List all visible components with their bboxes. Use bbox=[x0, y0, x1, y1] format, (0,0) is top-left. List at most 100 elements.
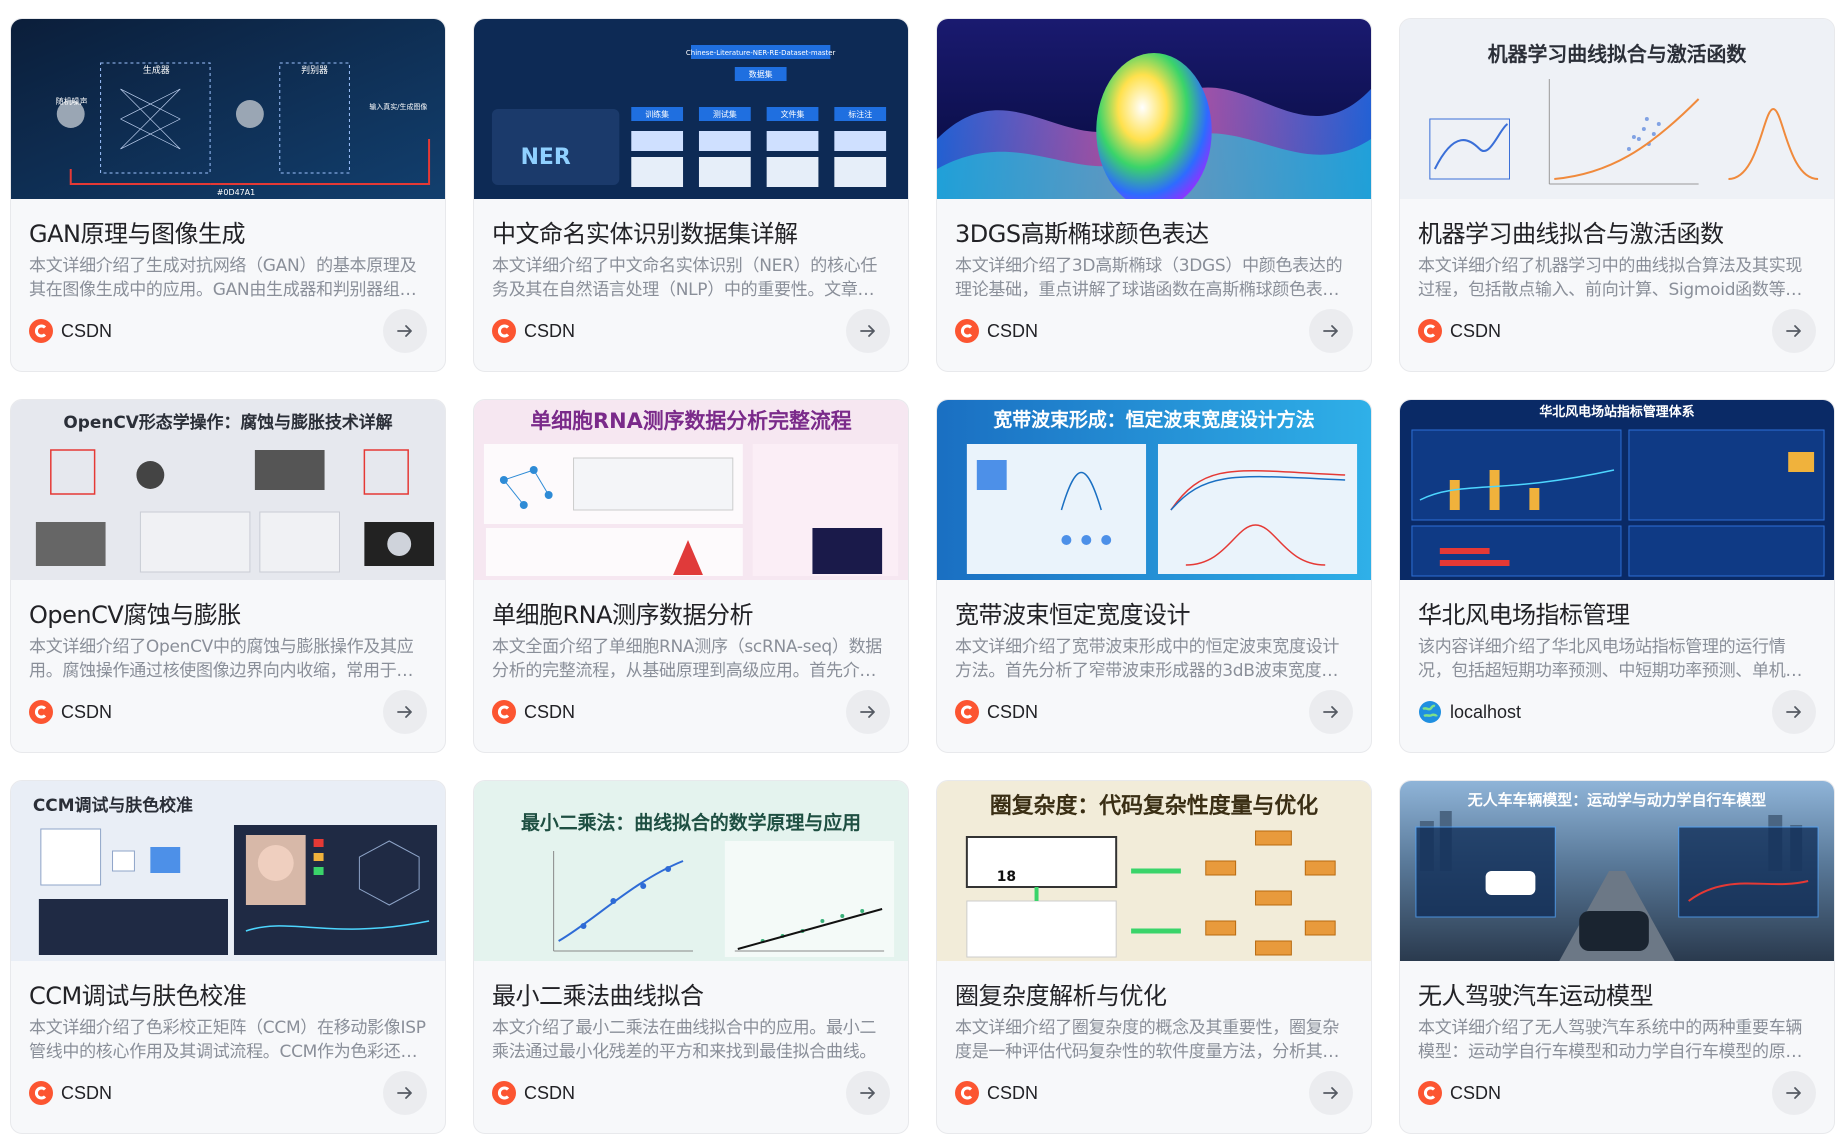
card-description: 本文介绍了最小二乘法在曲线拟合中的应用。最小二乘法通过最小化残差的平方和来找到最… bbox=[492, 1018, 877, 1062]
card-source: CSDN bbox=[955, 700, 1038, 724]
thumb-label: 18 bbox=[997, 869, 1016, 885]
card-title[interactable]: 中文命名实体识别数据集详解 bbox=[492, 219, 890, 249]
arrow-right-icon bbox=[397, 1087, 412, 1099]
thumb-heading: 圈复杂度：代码复杂性度量与优化 bbox=[990, 793, 1318, 819]
card-title[interactable]: 最小二乘法曲线拟合 bbox=[492, 981, 890, 1011]
open-article-button[interactable] bbox=[383, 309, 427, 353]
card-thumbnail bbox=[937, 19, 1371, 199]
card-thumbnail: 机器学习曲线拟合与激活函数 bbox=[1400, 19, 1834, 199]
csdn-icon bbox=[955, 319, 979, 343]
article-card[interactable]: 最小二乘法：曲线拟合的数学原理与应用 最小二乘法曲线拟合 本文介绍了最小二乘法在… bbox=[473, 780, 909, 1134]
arrow-right-icon bbox=[1786, 1087, 1801, 1099]
thumb-label: #0D47A1 bbox=[217, 188, 255, 197]
article-card[interactable]: 生成器 判别器 随机噪声 输入真实/生成图像 #0D47A1 GAN原理与图像生… bbox=[10, 18, 446, 372]
csdn-icon bbox=[1418, 1081, 1442, 1105]
card-source: CSDN bbox=[492, 319, 575, 343]
thumb-label: 判别器 bbox=[301, 64, 328, 76]
open-article-button[interactable] bbox=[1309, 309, 1353, 353]
open-article-button[interactable] bbox=[1772, 690, 1816, 734]
source-name: CSDN bbox=[524, 701, 576, 722]
thumb-heading: 最小二乘法：曲线拟合的数学原理与应用 bbox=[521, 811, 861, 834]
article-card[interactable]: 宽带波束形成：恒定波束宽度设计方法 宽带波束恒定宽度设计 本文详细介绍了宽带波束… bbox=[936, 399, 1372, 753]
card-source: CSDN bbox=[955, 1081, 1038, 1105]
card-title[interactable]: 机器学习曲线拟合与激活函数 bbox=[1418, 219, 1816, 249]
thumb-label: NER bbox=[521, 145, 571, 170]
source-name: localhost bbox=[1450, 701, 1522, 722]
arrow-right-icon bbox=[1323, 1087, 1338, 1099]
card-thumbnail: 最小二乘法：曲线拟合的数学原理与应用 bbox=[474, 781, 908, 961]
source-name: CSDN bbox=[61, 1082, 113, 1103]
card-source: localhost bbox=[1418, 700, 1521, 724]
card-thumbnail: Chinese-Literature-NER-RE-Dataset-master… bbox=[474, 19, 908, 199]
thumb-heading: 无人车车辆模型：运动学与动力学自行车模型 bbox=[1467, 791, 1766, 809]
thumb-heading: 机器学习曲线拟合与激活函数 bbox=[1488, 42, 1748, 66]
globe-icon bbox=[1419, 701, 1441, 723]
article-card[interactable]: 圈复杂度：代码复杂性度量与优化 18 圈复杂度解析与优化 本文详细介绍了圈复杂度… bbox=[936, 780, 1372, 1134]
card-source: CSDN bbox=[955, 319, 1038, 343]
article-card[interactable]: Chinese-Literature-NER-RE-Dataset-master… bbox=[473, 18, 909, 372]
card-thumbnail: 无人车车辆模型：运动学与动力学自行车模型 bbox=[1400, 781, 1834, 961]
article-card[interactable]: 机器学习曲线拟合与激活函数 机器学习曲线拟合与激活函数 本文详细介绍了机器学习中… bbox=[1399, 18, 1835, 372]
card-source: CSDN bbox=[1418, 319, 1501, 343]
card-source: CSDN bbox=[29, 700, 112, 724]
card-description: 本文全面介绍了单细胞RNA测序（scRNA-seq）数据分析的完整流程，从基础原… bbox=[492, 637, 882, 681]
thumb-label: 训练集 bbox=[645, 109, 669, 119]
open-article-button[interactable] bbox=[383, 1071, 427, 1115]
card-description: 该内容详细介绍了华北风电场站指标管理的运行情况，包括超短期功率预测、中短期功率预… bbox=[1418, 637, 1803, 681]
card-description: 本文详细介绍了无人驾驶汽车系统中的两种重要车辆模型：运动学自行车模型和动力学自行… bbox=[1418, 1018, 1803, 1062]
card-title[interactable]: 3DGS高斯椭球颜色表达 bbox=[955, 219, 1353, 249]
article-card-grid: 生成器 判别器 随机噪声 输入真实/生成图像 #0D47A1 GAN原理与图像生… bbox=[10, 18, 1835, 1134]
source-name: CSDN bbox=[1450, 1082, 1502, 1103]
thumb-heading: 单细胞RNA测序数据分析完整流程 bbox=[530, 409, 851, 433]
open-article-button[interactable] bbox=[846, 309, 890, 353]
card-title[interactable]: CCM调试与肤色校准 bbox=[29, 981, 427, 1011]
open-article-button[interactable] bbox=[1772, 1071, 1816, 1115]
card-thumbnail: OpenCV形态学操作：腐蚀与膨胀技术详解 bbox=[11, 400, 445, 580]
card-description: 本文详细介绍了色彩校正矩阵（CCM）在移动影像ISP管线中的核心作用及其调试流程… bbox=[29, 1018, 426, 1062]
thumb-label: 随机噪声 bbox=[56, 96, 88, 106]
csdn-icon bbox=[955, 1081, 979, 1105]
open-article-button[interactable] bbox=[383, 690, 427, 734]
card-title[interactable]: 无人驾驶汽车运动模型 bbox=[1418, 981, 1816, 1011]
open-article-button[interactable] bbox=[1772, 309, 1816, 353]
open-article-button[interactable] bbox=[1309, 690, 1353, 734]
source-name: CSDN bbox=[61, 701, 113, 722]
open-article-button[interactable] bbox=[846, 690, 890, 734]
thumb-heading: 宽带波束形成：恒定波束宽度设计方法 bbox=[993, 408, 1314, 431]
article-card[interactable]: 3DGS高斯椭球颜色表达 本文详细介绍了3D高斯椭球（3DGS）中颜色表达的理论… bbox=[936, 18, 1372, 372]
source-name: CSDN bbox=[524, 320, 576, 341]
article-card[interactable]: OpenCV形态学操作：腐蚀与膨胀技术详解 OpenCV腐蚀与膨胀 本文详细介绍… bbox=[10, 399, 446, 753]
card-thumbnail: 圈复杂度：代码复杂性度量与优化 18 bbox=[937, 781, 1371, 961]
card-thumbnail: CCM调试与肤色校准 bbox=[11, 781, 445, 961]
card-title[interactable]: 华北风电场指标管理 bbox=[1418, 600, 1816, 630]
card-description: 本文详细介绍了机器学习中的曲线拟合算法及其实现过程，包括散点输入、前向计算、Si… bbox=[1418, 256, 1803, 300]
arrow-right-icon bbox=[1323, 325, 1338, 337]
article-card[interactable]: 华北风电场站指标管理体系 华北风电场指标管理 该内容详细介绍了华北风电场站指标管… bbox=[1399, 399, 1835, 753]
source-name: CSDN bbox=[1450, 320, 1502, 341]
card-description: 本文详细介绍了3D高斯椭球（3DGS）中颜色表达的理论基础，重点讲解了球谐函数在… bbox=[955, 256, 1343, 300]
thumb-label: 生成器 bbox=[143, 64, 170, 76]
article-card[interactable]: CCM调试与肤色校准 CCM调试与肤色校准 本文详细介绍了色彩校正矩阵（CCM）… bbox=[10, 780, 446, 1134]
card-description: 本文详细介绍了生成对抗网络（GAN）的基本原理及其在图像生成中的应用。GAN由生… bbox=[29, 256, 417, 300]
card-title[interactable]: 圈复杂度解析与优化 bbox=[955, 981, 1353, 1011]
arrow-right-icon bbox=[397, 706, 412, 718]
thumb-label: Chinese-Literature-NER-RE-Dataset-master bbox=[686, 49, 836, 57]
card-title[interactable]: OpenCV腐蚀与膨胀 bbox=[29, 600, 427, 630]
arrow-right-icon bbox=[860, 1087, 875, 1099]
card-title[interactable]: 宽带波束恒定宽度设计 bbox=[955, 600, 1353, 630]
thumb-label: 数据集 bbox=[749, 69, 773, 79]
csdn-icon bbox=[29, 1081, 53, 1105]
card-title[interactable]: GAN原理与图像生成 bbox=[29, 219, 427, 249]
arrow-right-icon bbox=[1786, 706, 1801, 718]
open-article-button[interactable] bbox=[846, 1071, 890, 1115]
csdn-icon bbox=[29, 700, 53, 724]
card-title[interactable]: 单细胞RNA测序数据分析 bbox=[492, 600, 890, 630]
article-card[interactable]: 无人车车辆模型：运动学与动力学自行车模型 无人驾驶汽车运动模型 本文详细介绍了无… bbox=[1399, 780, 1835, 1134]
card-source: CSDN bbox=[492, 1081, 575, 1105]
arrow-right-icon bbox=[860, 706, 875, 718]
arrow-right-icon bbox=[397, 325, 412, 337]
arrow-right-icon bbox=[860, 325, 875, 337]
article-card[interactable]: 单细胞RNA测序数据分析完整流程 单细胞RNA测序数据分析 本文全面介绍了单细胞… bbox=[473, 399, 909, 753]
csdn-icon bbox=[492, 1081, 516, 1105]
open-article-button[interactable] bbox=[1309, 1071, 1353, 1115]
